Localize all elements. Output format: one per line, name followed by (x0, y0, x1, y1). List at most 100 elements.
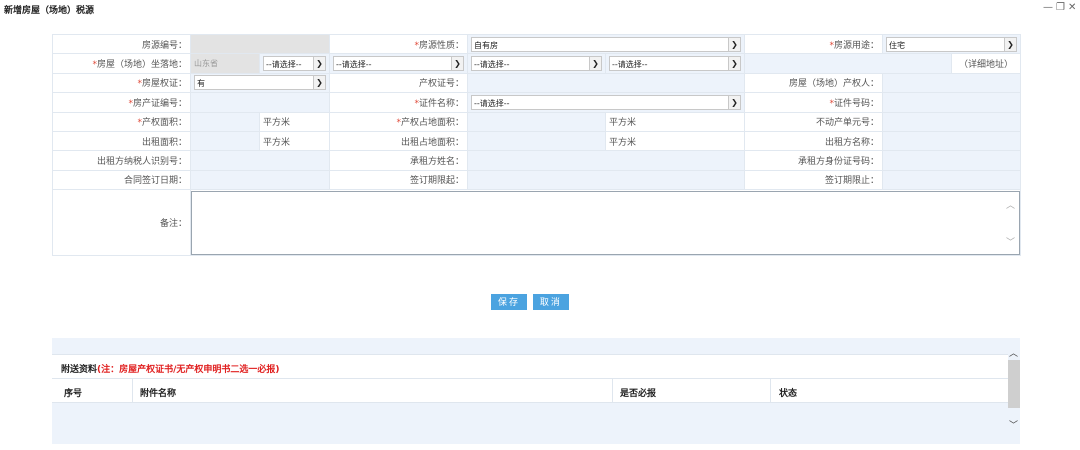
nature-label: *房源性质： (329, 33, 468, 55)
lessee-name-label: 承租方姓名： (329, 150, 468, 171)
start-date-label: 签订期限起： (329, 169, 468, 191)
chevron-down-icon[interactable]: ❯ (313, 76, 325, 90)
attachments-note: (注：房屋产权证书/无产权申明书二选一必报) (97, 365, 280, 375)
usage-label: *房源用途： (744, 33, 883, 55)
minimize-icon[interactable]: — (1043, 2, 1053, 13)
col-required: 是否必报 (620, 389, 657, 399)
property-cert-no-label: 产权证号： (329, 72, 468, 94)
rent-area-input[interactable] (190, 130, 260, 152)
attachments-table-header: 序号 附件名称 是否必报 状态 (52, 379, 1008, 403)
cert-select[interactable]: 有 ❯ (194, 75, 326, 91)
chevron-down-icon[interactable]: ❯ (1004, 37, 1016, 51)
chevron-down-icon[interactable]: ❯ (728, 37, 740, 51)
owner-label: 房屋（场地）产权人： (744, 72, 883, 94)
nature-select-cell: 自有房 ❯ (467, 33, 745, 55)
col-status: 状态 (779, 389, 798, 399)
rent-land-area-unit: 平方米 (605, 130, 745, 152)
street-select[interactable]: --请选择-- ❯ (471, 56, 602, 72)
chevron-down-icon[interactable]: ❯ (589, 57, 601, 71)
province-field: 山东省 (190, 53, 260, 74)
city-select[interactable]: --请选择-- ❯ (263, 56, 326, 72)
attachments-scrollbar[interactable]: ︿ ﹀ (1008, 338, 1020, 444)
estate-unit-no-label: 不动产单元号： (744, 111, 883, 132)
property-land-area-input[interactable] (467, 111, 606, 132)
usage-select-cell: 住宅 ❯ (882, 33, 1021, 55)
contract-date-input[interactable] (190, 169, 330, 191)
lessee-id-label: 承租方身份证号码： (744, 150, 883, 171)
street-select-cell: --请选择-- ❯ (467, 53, 606, 74)
contract-date-label: 合同签订日期： (52, 169, 191, 191)
scroll-down-icon[interactable]: ﹀ (1006, 235, 1015, 248)
property-area-label: *产权面积： (52, 111, 191, 132)
chevron-down-icon[interactable]: ❯ (451, 57, 463, 71)
remark-label: 备注： (52, 189, 191, 257)
chevron-down-icon[interactable]: ❯ (728, 95, 740, 109)
nature-select[interactable]: 自有房 ❯ (471, 36, 741, 52)
cert-select-cell: 有 ❯ (190, 72, 330, 94)
attachments-band (52, 338, 1020, 354)
rent-area-unit: 平方米 (259, 130, 330, 152)
lessee-id-input[interactable] (882, 150, 1021, 171)
id-name-select[interactable]: --请选择-- ❯ (471, 94, 741, 110)
property-area-unit: 平方米 (259, 111, 330, 132)
title-bar: 新增房屋（场地）税源 — ❐ ✕ (0, 0, 1080, 16)
usage-select[interactable]: 住宅 ❯ (886, 36, 1017, 52)
col-divider (132, 379, 133, 403)
maximize-icon[interactable]: ❐ (1056, 2, 1065, 13)
district-select[interactable]: --请选择-- ❯ (333, 56, 464, 72)
rent-area-label: 出租面积： (52, 130, 191, 152)
lessor-name-label: 出租方名称： (744, 130, 883, 152)
village-select-cell: --请选择-- ❯ (605, 53, 745, 74)
remark-textarea[interactable]: ︿ ﹀ (191, 190, 1020, 255)
house-no-label: 房源编号： (52, 33, 191, 55)
property-land-area-unit: 平方米 (605, 111, 745, 132)
city-select-cell: --请选择-- ❯ (259, 53, 330, 74)
rent-land-area-input[interactable] (467, 130, 606, 152)
save-button[interactable]: 保存 (491, 294, 528, 310)
col-attachment-name: 附件名称 (140, 389, 177, 399)
estate-unit-no-input[interactable] (882, 111, 1021, 132)
owner-input[interactable] (882, 72, 1021, 94)
scroll-up-icon[interactable]: ︿ (1006, 198, 1015, 211)
col-index: 序号 (64, 389, 83, 399)
lessor-name-input[interactable] (882, 130, 1021, 152)
col-divider (770, 379, 771, 403)
remark-cell: ︿ ﹀ (190, 189, 1021, 257)
start-date-input[interactable] (467, 169, 745, 191)
end-date-label: 签订期限止： (744, 169, 883, 191)
lessor-tax-id-label: 出租方纳税人识别号： (52, 150, 191, 171)
id-name-select-cell: --请选择-- ❯ (467, 92, 745, 113)
house-no-field (190, 33, 330, 55)
detail-address-input[interactable] (744, 53, 952, 74)
lessor-tax-id-input[interactable] (190, 150, 330, 171)
scroll-up-icon[interactable]: ︿ (1009, 346, 1018, 359)
scrollbar-thumb[interactable] (1008, 360, 1020, 408)
village-select[interactable]: --请选择-- ❯ (609, 56, 741, 72)
lessee-name-input[interactable] (467, 150, 745, 171)
form-actions: 保存 取消 (491, 294, 572, 310)
col-divider (612, 379, 613, 403)
scroll-down-icon[interactable]: ﹀ (1009, 418, 1018, 431)
id-no-label: *证件号码： (744, 92, 883, 113)
location-label: *房屋（场地）坐落地： (52, 53, 191, 74)
window-title: 新增房屋（场地）税源 (4, 6, 95, 16)
id-no-input[interactable] (882, 92, 1021, 113)
property-land-area-label: *产权占地面积： (329, 111, 468, 132)
cert-label: *房屋权证： (52, 72, 191, 94)
property-area-input[interactable] (190, 111, 260, 132)
tax-source-form: 房源编号： *房源性质： 自有房 ❯ *房源用途： 住宅 ❯ *房屋（场地）坐落地：… (52, 33, 1021, 257)
attachments-panel: 附送资料(注：房屋产权证书/无产权申明书二选一必报) 序号 附件名称 是否必报 … (52, 338, 1020, 444)
detail-address-label: （详细地址） (951, 53, 1021, 74)
house-cert-no-label: *房产证编号： (52, 92, 191, 113)
house-cert-no-input[interactable] (190, 92, 330, 113)
chevron-down-icon[interactable]: ❯ (313, 57, 325, 71)
cancel-button[interactable]: 取消 (532, 294, 569, 310)
attachments-header: 附送资料(注：房屋产权证书/无产权申明书二选一必报) (52, 354, 1008, 379)
end-date-input[interactable] (882, 169, 1021, 191)
district-select-cell: --请选择-- ❯ (329, 53, 468, 74)
attachments-title: 附送资料(注：房屋产权证书/无产权申明书二选一必报) (61, 365, 280, 375)
chevron-down-icon[interactable]: ❯ (728, 57, 740, 71)
close-icon[interactable]: ✕ (1068, 2, 1076, 13)
property-cert-no-input[interactable] (467, 72, 745, 94)
rent-land-area-label: 出租占地面积： (329, 130, 468, 152)
